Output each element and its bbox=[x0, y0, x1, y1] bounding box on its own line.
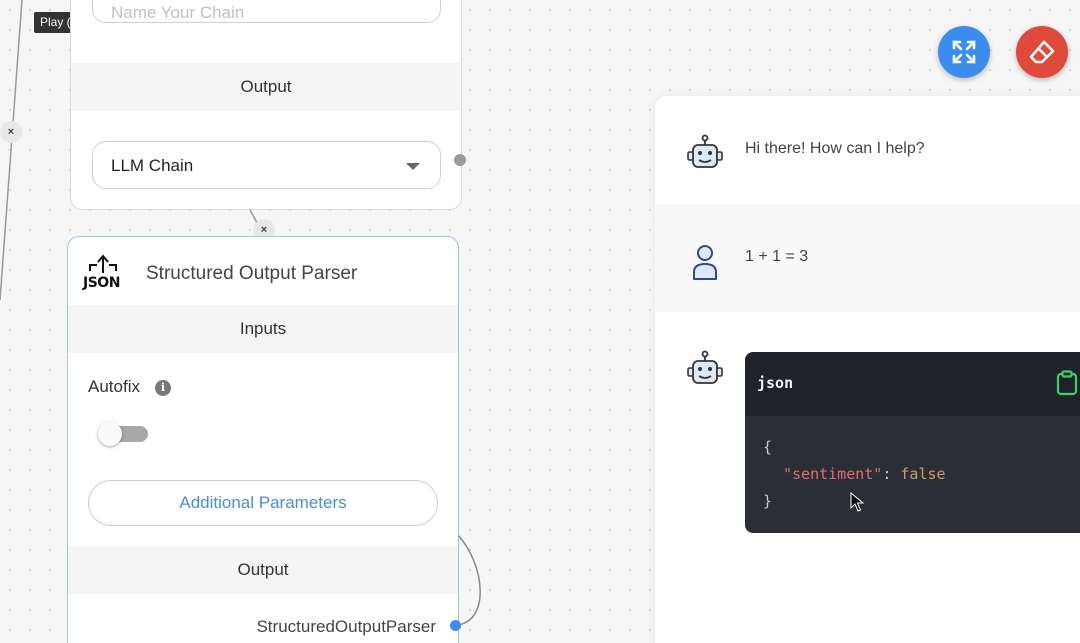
output-handle[interactable] bbox=[450, 620, 461, 631]
clear-chat-button[interactable] bbox=[1016, 26, 1068, 78]
chat-message-bot: Hi there! How can I help? bbox=[655, 96, 1080, 204]
structured-output-parser-node[interactable]: JSON Structured Output Parser Inputs Aut… bbox=[67, 236, 459, 643]
chain-type-value: LLM Chain bbox=[111, 156, 194, 175]
robot-icon bbox=[687, 350, 723, 384]
chat-message-user: 1 + 1 = 3 bbox=[655, 204, 1080, 312]
additional-parameters-button[interactable]: Additional Parameters bbox=[88, 480, 438, 526]
user-icon bbox=[693, 245, 717, 280]
clipboard-icon[interactable] bbox=[1056, 370, 1078, 396]
robot-icon bbox=[687, 134, 723, 168]
eraser-icon bbox=[1029, 40, 1055, 64]
code-brace-close: } bbox=[763, 492, 773, 510]
code-language: json bbox=[757, 374, 794, 392]
code-block-header: json bbox=[745, 352, 1080, 416]
autofix-toggle-knob[interactable] bbox=[98, 422, 122, 446]
chain-type-select[interactable]: LLM Chain bbox=[92, 141, 441, 189]
expand-icon bbox=[952, 40, 976, 64]
code-block: { "sentiment": false } bbox=[745, 416, 1080, 533]
output-section-header: Output bbox=[68, 546, 458, 594]
chain-node[interactable]: Name Your Chain Output LLM Chain bbox=[70, 0, 462, 210]
chain-name-placeholder: Name Your Chain bbox=[111, 3, 245, 22]
info-icon[interactable]: i bbox=[155, 380, 171, 396]
code-line: "sentiment": false bbox=[783, 465, 946, 483]
remove-edge-button[interactable]: × bbox=[0, 121, 22, 143]
output-section-header: Output bbox=[71, 63, 461, 111]
json-icon: JSON bbox=[80, 253, 126, 293]
mouse-cursor-icon bbox=[850, 492, 864, 512]
chat-panel: Hi there! How can I help? 1 + 1 = 3 json… bbox=[655, 96, 1080, 643]
autofix-label: Autofix bbox=[88, 377, 140, 396]
node-title: Structured Output Parser bbox=[146, 263, 358, 284]
json-logo-text: JSON bbox=[83, 275, 120, 291]
output-handle[interactable] bbox=[454, 154, 466, 166]
code-value: false bbox=[900, 465, 946, 483]
chat-message-text: Hi there! How can I help? bbox=[745, 140, 925, 157]
output-name: StructuredOutputParser bbox=[256, 617, 436, 636]
chat-message-text: 1 + 1 = 3 bbox=[745, 248, 809, 265]
expand-chat-button[interactable] bbox=[938, 26, 990, 78]
code-colon: : bbox=[882, 465, 901, 483]
chain-name-input[interactable]: Name Your Chain bbox=[92, 0, 441, 23]
inputs-section-header: Inputs bbox=[68, 305, 458, 353]
chevron-down-icon bbox=[406, 163, 420, 170]
code-key: "sentiment" bbox=[783, 465, 883, 483]
code-brace-open: { bbox=[763, 438, 773, 456]
